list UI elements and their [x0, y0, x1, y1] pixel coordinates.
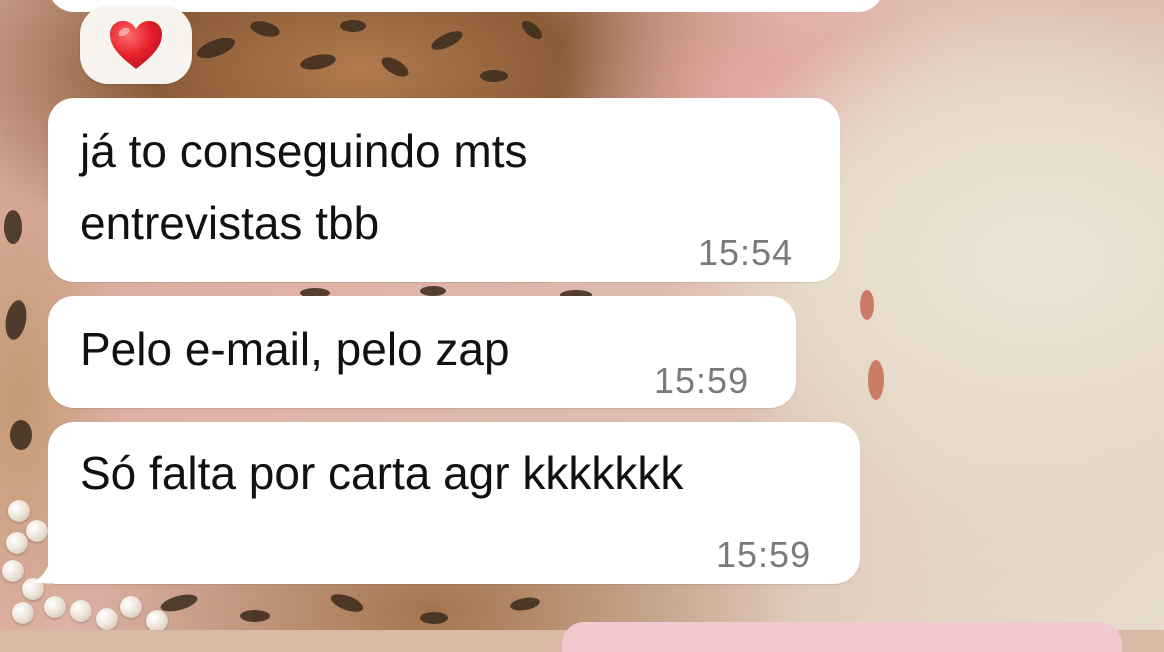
- message-bubble[interactable]: Pelo e-mail, pelo zap 15:59: [48, 296, 796, 408]
- message-timestamp: 15:59: [716, 534, 812, 575]
- message-text: Só falta por carta agr kkkkkkk: [80, 447, 684, 499]
- reaction-badge[interactable]: [80, 6, 192, 84]
- message-text-line: já to conseguindo mts: [80, 125, 528, 177]
- next-message-bubble[interactable]: [562, 622, 1122, 652]
- message-timestamp: 15:59: [654, 360, 750, 401]
- message-bubble[interactable]: Só falta por carta agr kkkkkkk 15:59: [48, 422, 860, 584]
- message-text-line: entrevistas tbb: [80, 197, 380, 249]
- message-text: Pelo e-mail, pelo zap: [80, 323, 510, 375]
- message-bubble[interactable]: já to conseguindo mts entrevistas tbb 15…: [48, 98, 840, 282]
- heart-icon: [110, 21, 162, 69]
- bubble-tail: [32, 548, 68, 584]
- message-timestamp: 15:54: [698, 232, 794, 273]
